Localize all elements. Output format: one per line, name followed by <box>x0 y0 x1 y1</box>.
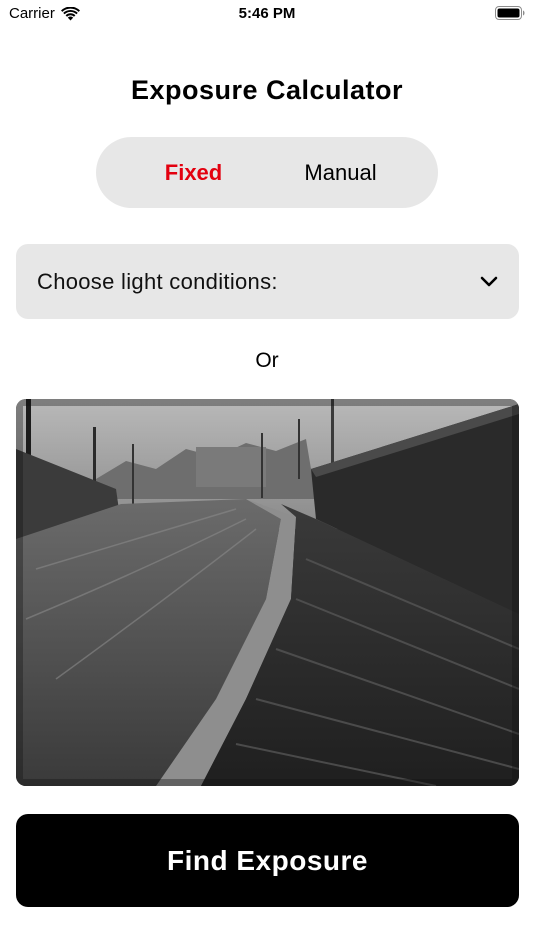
exposure-calculator-screen: Carrier 5:46 PM Exposure Calculator Fixe… <box>0 0 534 950</box>
street-photo-image <box>16 399 519 786</box>
or-separator: Or <box>255 349 279 372</box>
status-bar: Carrier 5:46 PM <box>0 0 534 30</box>
light-conditions-label: Choose light conditions: <box>37 268 278 294</box>
page-title: Exposure Calculator <box>130 75 404 105</box>
battery-icon <box>495 6 525 20</box>
mode-option-manual[interactable]: Manual <box>267 137 438 208</box>
mode-option-fixed[interactable]: Fixed <box>96 137 267 208</box>
chevron-down-icon <box>480 276 498 286</box>
mode-segmented-control: Fixed Manual <box>96 137 438 208</box>
status-time: 5:46 PM <box>238 5 296 22</box>
photo-preview[interactable] <box>16 399 519 786</box>
light-conditions-dropdown[interactable]: Choose light conditions: <box>16 244 519 319</box>
find-exposure-button[interactable]: Find Exposure <box>16 814 519 907</box>
